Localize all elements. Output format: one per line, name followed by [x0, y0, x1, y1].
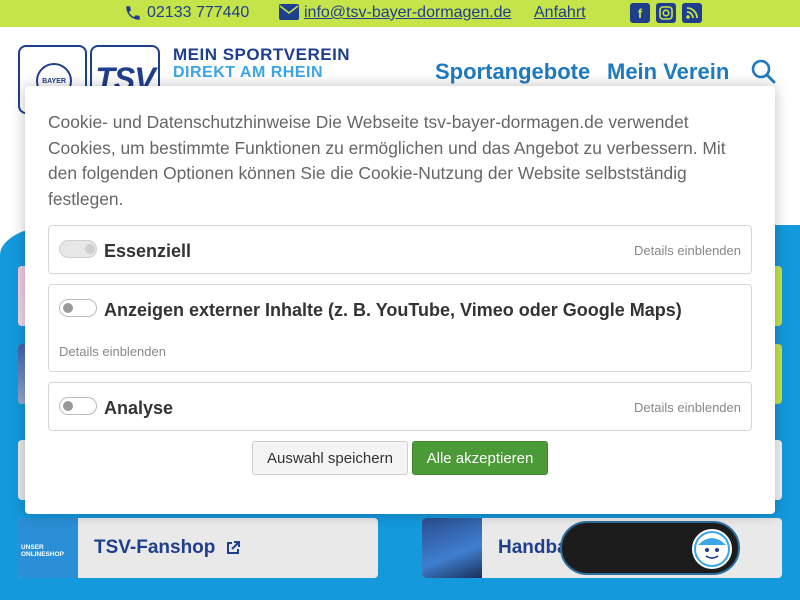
analyse-details-link[interactable]: Details einblenden — [634, 400, 741, 415]
phone-icon — [124, 4, 142, 22]
fanshop-thumb: UNSER ONLINESHOP — [18, 518, 78, 578]
save-selection-button[interactable]: Auswahl speichern — [252, 441, 408, 475]
externe-inhalte-toggle[interactable] — [59, 299, 97, 317]
externe-inhalte-details-link[interactable]: Details einblenden — [59, 344, 166, 359]
facebook-icon[interactable]: f — [630, 3, 650, 23]
tile-fanshop[interactable]: UNSER ONLINESHOP TSV-Fanshop — [18, 518, 378, 578]
fanshop-thumb-text: UNSER ONLINESHOP — [21, 544, 64, 558]
top-bar: 02133 777440 info@tsv-bayer-dormagen.de … — [0, 0, 800, 27]
phone-number: 02133 777440 — [147, 4, 250, 21]
email-link[interactable]: info@tsv-bayer-dormagen.de — [279, 4, 511, 22]
anfahrt-link[interactable]: Anfahrt — [534, 4, 586, 22]
chat-widget[interactable] — [560, 521, 740, 575]
rss-icon[interactable] — [682, 3, 702, 23]
essenziell-toggle[interactable] — [59, 240, 97, 258]
email-address: info@tsv-bayer-dormagen.de — [304, 4, 512, 21]
essenziell-label: Essenziell — [104, 241, 192, 261]
cookie-consent-dialog: Cookie- und Datenschutzhinweise Die Webs… — [25, 86, 775, 514]
cookie-option-analyse: Analyse Details einblenden — [48, 382, 752, 431]
cookie-intro-text: Cookie- und Datenschutzhinweise Die Webs… — [48, 112, 726, 209]
externe-inhalte-label: Anzeigen externer Inhalte (z. B. YouTube… — [104, 300, 682, 320]
external-link-icon — [225, 540, 241, 556]
slogan-line-1: MEIN SPORTVEREIN — [173, 45, 351, 64]
instagram-icon[interactable] — [656, 3, 676, 23]
anfahrt-label: Anfahrt — [534, 4, 586, 21]
slogan-line-2: DIREKT AM RHEIN — [173, 64, 324, 81]
nav-sportangebote[interactable]: Sportangebote — [435, 59, 590, 85]
handball-thumb — [422, 518, 482, 578]
accept-all-button[interactable]: Alle akzeptieren — [412, 441, 548, 475]
fanshop-label-text: TSV-Fanshop — [94, 537, 216, 558]
cookie-option-externe-inhalte: Anzeigen externer Inhalte (z. B. YouTube… — [48, 284, 752, 372]
cookie-option-essenziell: Essenziell Details einblenden — [48, 225, 752, 274]
analyse-toggle[interactable] — [59, 397, 97, 415]
envelope-icon — [279, 4, 299, 22]
chatbot-avatar-icon[interactable] — [692, 529, 732, 569]
analyse-label: Analyse — [104, 398, 174, 418]
phone-link[interactable]: 02133 777440 — [124, 4, 249, 22]
search-icon[interactable] — [750, 58, 776, 84]
essenziell-details-link[interactable]: Details einblenden — [634, 243, 741, 258]
fanshop-label: TSV-Fanshop — [94, 537, 241, 559]
nav-mein-verein[interactable]: Mein Verein — [607, 59, 729, 85]
